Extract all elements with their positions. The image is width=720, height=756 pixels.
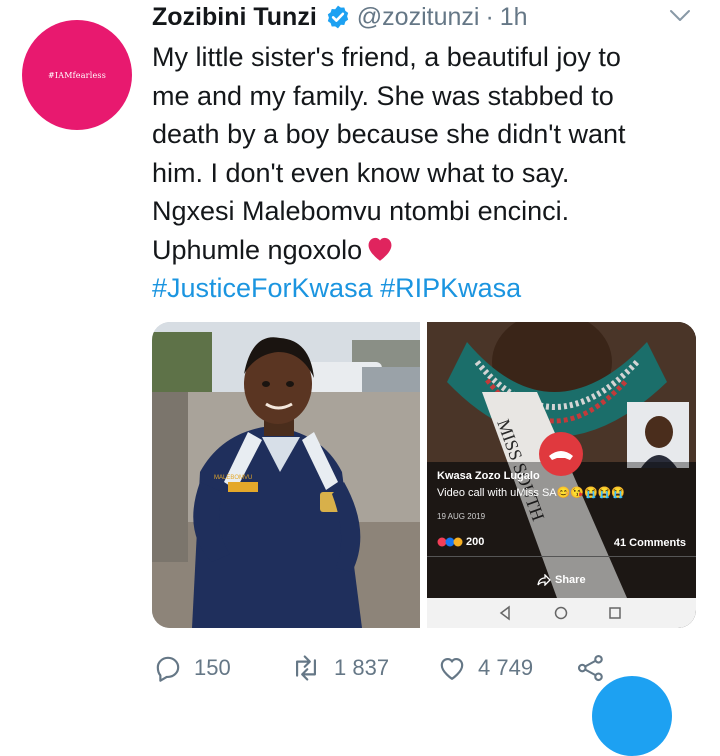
reply-count: 150 (194, 655, 231, 680)
home-icon (554, 606, 568, 620)
share-button[interactable] (576, 654, 616, 682)
heart-icon (440, 658, 464, 680)
tweet-line: Ngxesi Malebomvu ntombi encinci. (152, 196, 570, 226)
fb-share-button: Share (537, 574, 586, 586)
like-button[interactable]: 4 749 (436, 654, 576, 682)
compose-tweet-fab[interactable] (592, 676, 672, 756)
tweet-line: My little sister's friend, a beautiful j… (152, 42, 621, 72)
fb-post-date: 19 AUG 2019 (437, 512, 486, 521)
reply-icon (156, 656, 180, 682)
tweet-line: me and my family. She was stabbed to (152, 80, 614, 111)
fb-share-label: Share (555, 574, 586, 586)
like-count: 4 749 (478, 655, 534, 680)
photo-girl-drawing: MALEBOMVU (152, 322, 420, 628)
tweet-header: Zozibini Tunzi @zozitunzi · 1h (152, 0, 528, 34)
android-nav-icons (499, 605, 621, 621)
tweet-timestamp[interactable]: 1h (500, 3, 528, 32)
separator-dot: · (485, 2, 494, 31)
fb-caller-name: Kwasa Zozo Lugalo (437, 470, 540, 482)
author-handle[interactable]: @zozitunzi (357, 3, 480, 32)
share-arrow-icon (537, 574, 551, 586)
back-icon (499, 605, 510, 621)
author-name[interactable]: Zozibini Tunzi (152, 3, 317, 32)
recents-icon (609, 607, 621, 619)
verified-badge-icon (327, 5, 348, 29)
fb-post-emojis: 😊😘😭😭😭 (556, 487, 626, 499)
avatar-text: #IAMfearless (47, 70, 107, 80)
heart-emoji-icon (368, 237, 392, 261)
photo-girl-in-jacket[interactable]: MALEBOMVU (152, 322, 420, 628)
tweet-line: death by a boy because she didn't want (152, 119, 626, 149)
fb-post-subtitle: Video call with uMiss SA (437, 487, 557, 499)
fb-reactions: 200 (437, 536, 484, 548)
android-navigation-bar (427, 598, 696, 628)
share-icon (577, 654, 603, 682)
chevron-down-icon[interactable] (668, 6, 692, 26)
jacket-text: MALEBOMVU (214, 475, 252, 481)
media-grid: MALEBOMVU MISS SOUTH Kwasa Zozo Lugalo V… (152, 322, 696, 628)
photo-video-call-screenshot[interactable]: MISS SOUTH Kwasa Zozo Lugalo Video call … (427, 322, 696, 628)
video-call-drawing: MISS SOUTH (427, 322, 696, 598)
retweet-button[interactable]: 1 837 (288, 654, 436, 682)
reaction-icons (437, 537, 463, 547)
tweet-line-last: Uphumle ngoxolo (152, 231, 712, 270)
retweet-icon (296, 655, 316, 681)
tweet-actions: 150 1 837 4 749 (152, 648, 616, 688)
tweet-line: Uphumle ngoxolo (152, 234, 363, 265)
hashtags-link[interactable]: #JusticeForKwasa #RIPKwasa (152, 269, 712, 308)
tweet-line: him. I don't even know what to say. (152, 157, 570, 188)
tweet-text: My little sister's friend, a beautiful j… (152, 38, 712, 308)
fb-post-text: Video call with uMiss SA😊😘😭😭😭 (437, 486, 625, 499)
reply-button[interactable]: 150 (152, 654, 288, 682)
fb-comment-count: 41 Comments (613, 537, 686, 549)
fb-reaction-count: 200 (466, 536, 485, 548)
retweet-count: 1 837 (334, 655, 390, 680)
avatar[interactable]: #IAMfearless (22, 20, 132, 130)
